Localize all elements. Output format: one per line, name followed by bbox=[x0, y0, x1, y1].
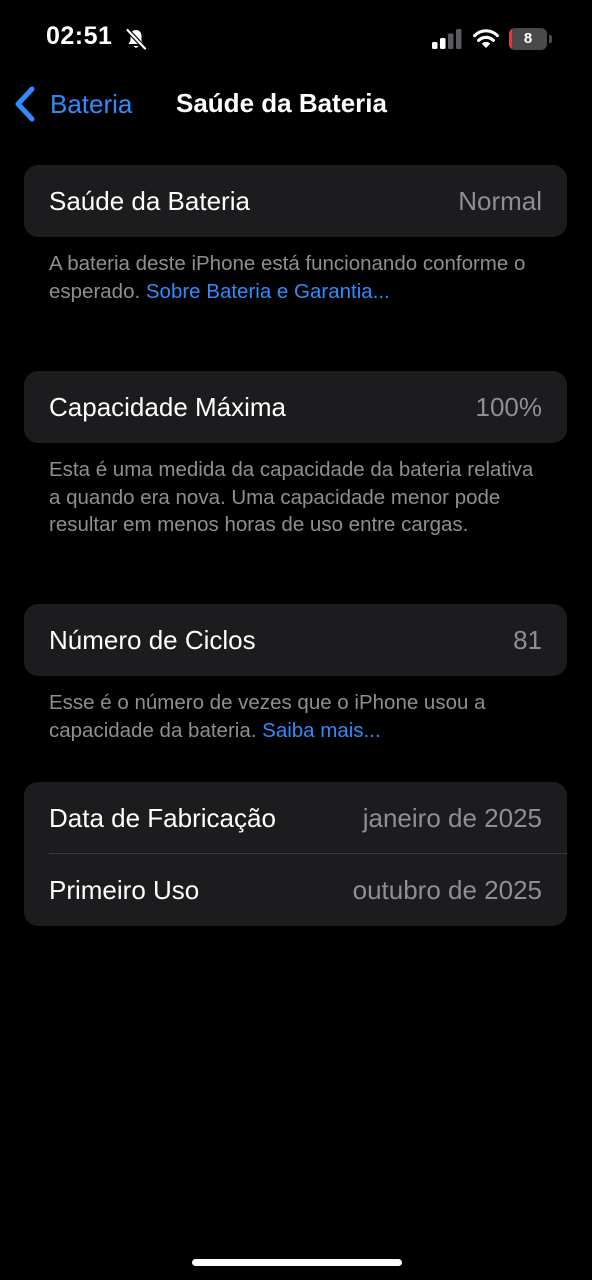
learn-more-link[interactable]: Saiba mais... bbox=[262, 719, 381, 742]
battery-health-value: Normal bbox=[458, 186, 542, 216]
battery-cap bbox=[549, 35, 552, 43]
max-capacity-label: Capacidade Máxima bbox=[49, 392, 287, 422]
page-title: Saúde da Bateria bbox=[176, 88, 387, 118]
back-button[interactable]: Bateria bbox=[12, 84, 132, 124]
manufacture-date-row: Data de Fabricação janeiro de 2025 bbox=[24, 782, 567, 854]
battery-icon: 8 bbox=[509, 28, 553, 50]
max-capacity-group: Capacidade Máxima 100% bbox=[24, 371, 567, 443]
status-bar: 02:51 8 bbox=[0, 0, 592, 80]
max-capacity-row: Capacidade Máxima 100% bbox=[24, 371, 567, 443]
manufacture-date-label: Data de Fabricação bbox=[49, 803, 276, 833]
bell-slash-icon bbox=[125, 27, 148, 51]
manufacture-date-value: janeiro de 2025 bbox=[362, 803, 542, 833]
cycle-count-label: Número de Ciclos bbox=[49, 625, 256, 655]
battery-health-group: Saúde da Bateria Normal bbox=[24, 165, 567, 237]
wifi-icon bbox=[473, 29, 499, 48]
chevron-left-icon bbox=[15, 86, 35, 122]
battery-health-row: Saúde da Bateria Normal bbox=[24, 165, 567, 237]
first-use-value: outubro de 2025 bbox=[352, 875, 542, 905]
cellular-signal-icon bbox=[432, 29, 462, 49]
battery-body: 8 bbox=[509, 28, 547, 50]
home-indicator[interactable] bbox=[192, 1259, 402, 1266]
cycle-count-value: 81 bbox=[513, 625, 542, 655]
first-use-label: Primeiro Uso bbox=[49, 875, 200, 905]
status-time: 02:51 bbox=[46, 22, 113, 50]
max-capacity-footnote-text: Esta é uma medida da capacidade da bater… bbox=[49, 458, 534, 536]
battery-health-label: Saúde da Bateria bbox=[49, 186, 250, 216]
max-capacity-footnote: Esta é uma medida da capacidade da bater… bbox=[49, 456, 549, 539]
cycle-count-footnote: Esse é o número de vezes que o iPhone us… bbox=[49, 689, 549, 744]
cycle-count-row: Número de Ciclos 81 bbox=[24, 604, 567, 676]
battery-level-text: 8 bbox=[523, 30, 533, 47]
battery-warranty-link[interactable]: Sobre Bateria e Garantia... bbox=[146, 280, 390, 303]
max-capacity-value: 100% bbox=[475, 392, 543, 422]
cycle-count-group: Número de Ciclos 81 bbox=[24, 604, 567, 676]
battery-health-footnote: A bateria deste iPhone está funcionando … bbox=[49, 250, 549, 305]
first-use-row: Primeiro Uso outubro de 2025 bbox=[24, 854, 567, 926]
dates-group: Data de Fabricação janeiro de 2025 Prime… bbox=[24, 782, 567, 926]
back-button-label: Bateria bbox=[50, 88, 133, 119]
